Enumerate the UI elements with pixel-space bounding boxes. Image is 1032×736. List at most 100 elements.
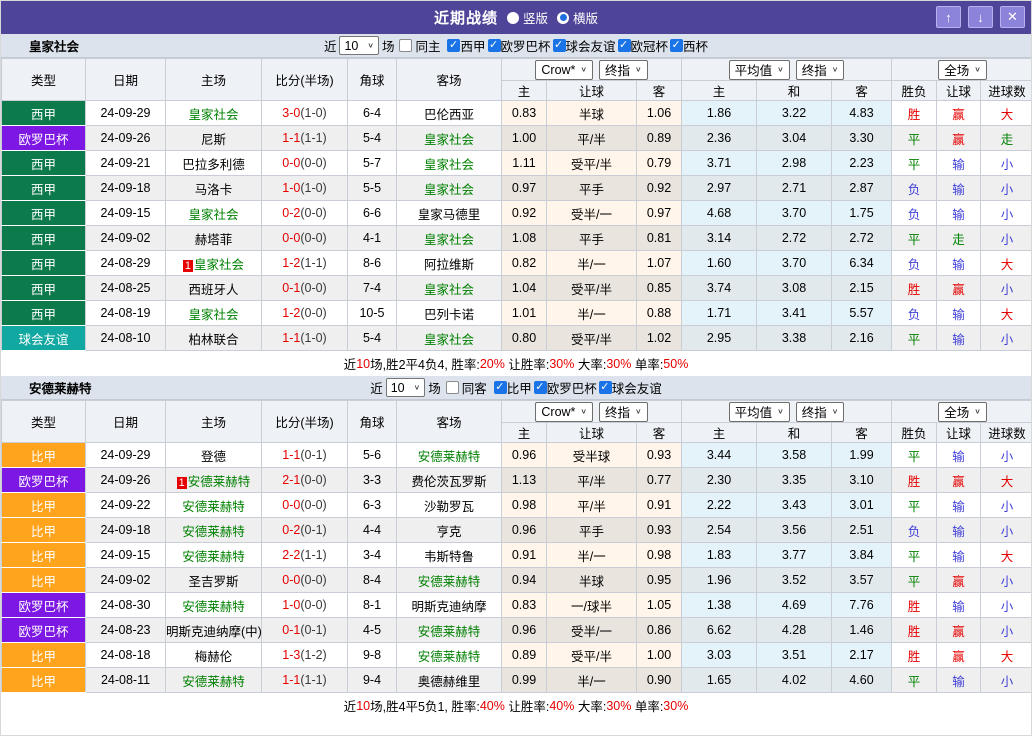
odds-home: 1.13 (502, 468, 547, 493)
corner-score: 3-4 (348, 543, 397, 568)
scroll-down-button[interactable]: ↓ (968, 6, 993, 28)
recent-count-select[interactable]: 10∨ (386, 378, 426, 397)
match-type-badge: 比甲 (2, 643, 86, 668)
league-checkbox[interactable] (534, 381, 547, 394)
avg-select[interactable]: 平均值∨ (729, 60, 790, 80)
odds-away: 0.89 (637, 126, 682, 151)
result-goals: 小 (981, 443, 1032, 468)
away-team-name: 安德莱赫特 (418, 575, 481, 589)
odds-handicap: 平手 (547, 176, 637, 201)
result-win-draw-loss: 负 (892, 518, 937, 543)
league-filter[interactable]: 欧冠杯 (618, 36, 669, 55)
avg-odds-draw: 3.43 (757, 493, 832, 518)
table-row: 比甲 24-09-29 登德 1-1(0-1) 5-6 安德莱赫特 0.96 受… (2, 443, 1032, 468)
corner-score: 5-4 (348, 126, 397, 151)
odds-home: 0.83 (502, 101, 547, 126)
close-button[interactable]: ✕ (1000, 6, 1025, 28)
radio-horizontal-icon[interactable] (557, 12, 569, 24)
avg-odds-away: 2.87 (832, 176, 892, 201)
league-checkbox[interactable] (447, 39, 460, 52)
avg-time-select[interactable]: 终指∨ (796, 60, 845, 80)
result-handicap: 输 (937, 593, 981, 618)
summary-text: 让胜率: (505, 354, 549, 373)
league-checkbox[interactable] (670, 39, 683, 52)
avg-time-select[interactable]: 终指∨ (796, 402, 845, 422)
halftime-score: (1-2) (300, 648, 326, 662)
match-type-badge: 西甲 (2, 276, 86, 301)
scope-select[interactable]: 全场∨ (938, 402, 987, 422)
avg-value: 平均值 (735, 60, 773, 79)
away-team-name: 皇家社会 (424, 133, 474, 147)
away-team: 巴伦西亚 (397, 101, 502, 126)
same-venue-filter[interactable]: 同客 (446, 378, 487, 397)
summary-text: 40% (549, 699, 574, 713)
result-handicap: 输 (937, 543, 981, 568)
home-team-name: 马洛卡 (195, 183, 233, 197)
same-venue-checkbox[interactable] (399, 39, 412, 52)
league-checkbox[interactable] (599, 381, 612, 394)
halftime-score: (0-0) (300, 156, 326, 170)
layout-radio-vertical[interactable]: 竖版 (507, 8, 548, 27)
same-venue-filter[interactable]: 同主 (399, 36, 440, 55)
result-win-draw-loss: 平 (892, 668, 937, 693)
match-type-badge: 比甲 (2, 443, 86, 468)
league-checkbox[interactable] (618, 39, 631, 52)
games-label: 场 (428, 378, 441, 397)
rank-marker: 1 (183, 260, 193, 272)
league-checkbox[interactable] (488, 39, 501, 52)
summary-text: 场,胜4平5负1, 胜率: (370, 696, 480, 715)
match-type-badge: 球会友谊 (2, 326, 86, 351)
result-handicap: 输 (937, 518, 981, 543)
result-win-draw-loss: 平 (892, 126, 937, 151)
halftime-score: (0-1) (300, 623, 326, 637)
col-home: 主场 (166, 59, 262, 101)
radio-vertical-icon[interactable] (507, 12, 519, 24)
home-team: 1皇家社会 (166, 251, 262, 276)
match-date: 24-09-02 (86, 226, 166, 251)
fulltime-score: 0-0 (282, 231, 300, 245)
fulltime-score: 2-1 (282, 473, 300, 487)
odds-company-select[interactable]: Crow*∨ (535, 60, 593, 80)
odds-home: 0.82 (502, 251, 547, 276)
league-filter[interactable]: 欧罗巴杯 (488, 36, 551, 55)
table-row: 西甲 24-09-02 赫塔菲 0-0(0-0) 4-1 皇家社会 1.08 平… (2, 226, 1032, 251)
home-team-name: 皇家社会 (188, 108, 238, 122)
same-venue-checkbox[interactable] (446, 381, 459, 394)
summary-text: 50% (663, 357, 688, 371)
away-team: 皇家社会 (397, 176, 502, 201)
avg-select[interactable]: 平均值∨ (729, 402, 790, 422)
odds-home: 0.99 (502, 668, 547, 693)
league-filter[interactable]: 比甲 (494, 378, 532, 397)
home-team: 安德莱赫特 (166, 593, 262, 618)
scope-select[interactable]: 全场∨ (938, 60, 987, 80)
table-row: 西甲 24-09-18 马洛卡 1-0(1-0) 5-5 皇家社会 0.97 平… (2, 176, 1032, 201)
league-filter[interactable]: 西杯 (670, 36, 708, 55)
away-team: 沙勒罗瓦 (397, 493, 502, 518)
halftime-score: (0-0) (300, 231, 326, 245)
recent-count-select[interactable]: 10∨ (339, 36, 379, 55)
away-team-name: 皇家社会 (424, 183, 474, 197)
league-filter[interactable]: 欧罗巴杯 (534, 378, 597, 397)
corner-score: 4-4 (348, 518, 397, 543)
league-checkbox[interactable] (494, 381, 507, 394)
league-filter[interactable]: 球会友谊 (553, 36, 616, 55)
odds-home: 0.96 (502, 518, 547, 543)
result-handicap: 输 (937, 326, 981, 351)
odds-time-select[interactable]: 终指∨ (599, 402, 648, 422)
odds-time-select[interactable]: 终指∨ (599, 60, 648, 80)
match-type-badge: 比甲 (2, 668, 86, 693)
scroll-up-button[interactable]: ↑ (936, 6, 961, 28)
radio-vertical-label: 竖版 (523, 8, 548, 27)
odds-company-select[interactable]: Crow*∨ (535, 402, 593, 422)
avg-odds-draw: 3.70 (757, 251, 832, 276)
layout-radio-horizontal[interactable]: 横版 (557, 8, 598, 27)
away-team: 皇家社会 (397, 226, 502, 251)
avg-odds-draw: 3.77 (757, 543, 832, 568)
league-filter[interactable]: 球会友谊 (599, 378, 662, 397)
odds-home: 0.97 (502, 176, 547, 201)
match-type-badge: 西甲 (2, 226, 86, 251)
league-checkbox[interactable] (553, 39, 566, 52)
table-row: 比甲 24-09-22 安德莱赫特 0-0(0-0) 6-3 沙勒罗瓦 0.98… (2, 493, 1032, 518)
odds-handicap: 半/一 (547, 301, 637, 326)
league-filter[interactable]: 西甲 (447, 36, 485, 55)
